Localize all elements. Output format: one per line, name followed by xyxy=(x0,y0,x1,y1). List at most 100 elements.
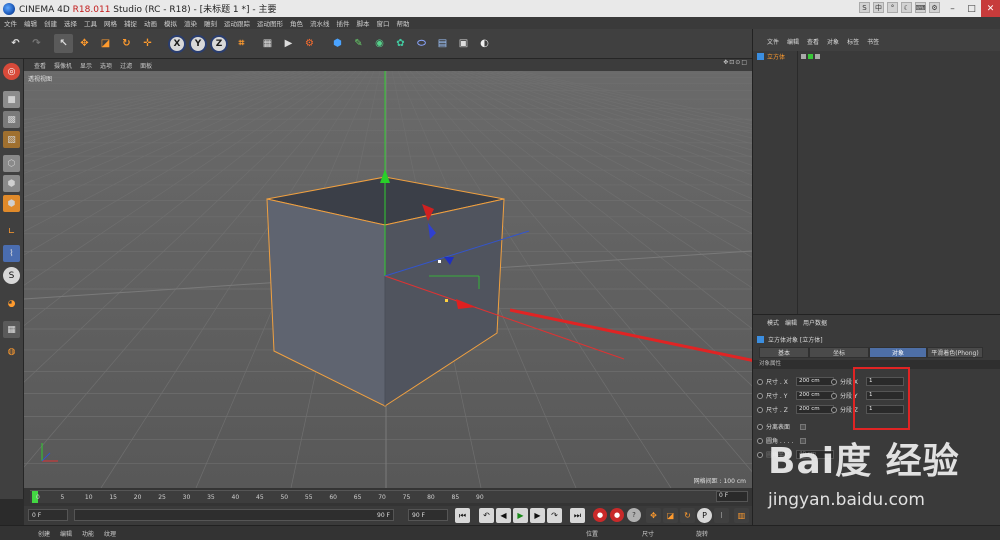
autokeying-icon[interactable]: ● xyxy=(610,508,624,522)
play-icon[interactable]: ▶ xyxy=(513,508,528,523)
object-manager-menu-item-3[interactable]: 对象 xyxy=(827,37,839,47)
record-scale-icon[interactable]: ◪ xyxy=(663,508,678,523)
ime-chinese-icon[interactable]: 中 xyxy=(873,2,884,13)
polygons-mode-icon[interactable]: ⬢ xyxy=(3,195,20,212)
make-editable-icon[interactable]: ◎ xyxy=(3,63,20,80)
recent-tool-icon[interactable]: ✛ xyxy=(138,34,157,53)
animate-radio[interactable] xyxy=(757,423,763,430)
tweak-mode-icon[interactable]: ⌇ xyxy=(3,245,20,262)
frame-range-slider[interactable]: 90 F xyxy=(74,509,394,521)
object-manager-menu-item-5[interactable]: 书签 xyxy=(867,37,879,47)
column-divider[interactable] xyxy=(797,51,798,314)
menu-item-1[interactable]: 编辑 xyxy=(24,18,37,28)
snap-icon[interactable]: S xyxy=(3,267,20,284)
animate-radio[interactable] xyxy=(757,378,763,385)
z-axis-lock-button[interactable]: Z xyxy=(210,35,228,53)
redo-icon[interactable]: ↷ xyxy=(27,34,46,53)
viewport-menu-item-0[interactable]: 查看 xyxy=(34,61,46,70)
menu-item-5[interactable]: 网格 xyxy=(104,18,117,28)
lock-workplane-icon[interactable]: ▦ xyxy=(3,321,20,338)
menu-item-7[interactable]: 动画 xyxy=(144,18,157,28)
minimize-button[interactable]: – xyxy=(943,0,962,17)
workplane-mode-icon[interactable]: ▧ xyxy=(3,131,20,148)
model-mode-icon[interactable]: ■ xyxy=(3,91,20,108)
menu-item-4[interactable]: 工具 xyxy=(84,18,97,28)
record-active-objects-icon[interactable]: ● xyxy=(593,508,607,522)
camera-icon[interactable]: ▣ xyxy=(454,34,473,53)
size-z-field[interactable]: 200 cm xyxy=(796,405,834,414)
menu-item-8[interactable]: 模拟 xyxy=(164,18,177,28)
next-key-icon[interactable]: ↷ xyxy=(547,508,562,523)
record-parameter-icon[interactable]: P xyxy=(697,508,712,523)
x-axis-lock-button[interactable]: X xyxy=(168,35,186,53)
menu-item-9[interactable]: 渲染 xyxy=(184,18,197,28)
viewport-menu-item-5[interactable]: 面板 xyxy=(140,61,152,70)
bottom-menu-texture[interactable]: 纹理 xyxy=(104,529,116,538)
tab-coordinates[interactable]: 坐标 xyxy=(809,347,869,358)
visibility-flags[interactable] xyxy=(801,53,820,59)
previous-frame-icon[interactable]: ◀ xyxy=(496,508,511,523)
undo-icon[interactable]: ↶ xyxy=(6,34,25,53)
menu-item-13[interactable]: 角色 xyxy=(290,18,303,28)
record-position-icon[interactable]: ✥ xyxy=(646,508,661,523)
tab-basic[interactable]: 基本 xyxy=(759,347,809,358)
object-manager-menu-item-0[interactable]: 文件 xyxy=(767,37,779,47)
menu-item-0[interactable]: 文件 xyxy=(4,18,17,28)
render-settings-icon[interactable]: ⚙ xyxy=(300,34,319,53)
quantize-icon[interactable]: ◕ xyxy=(3,295,20,312)
bottom-menu-create[interactable]: 创建 xyxy=(38,529,50,538)
punctuation-icon[interactable]: ° xyxy=(887,2,898,13)
viewport-nav-icons[interactable]: ✥⊡⊙□ xyxy=(723,59,748,66)
animate-radio[interactable] xyxy=(831,406,837,413)
animate-radio[interactable] xyxy=(831,392,837,399)
spline-pen-icon[interactable]: ✎ xyxy=(349,34,368,53)
maximize-button[interactable]: □ xyxy=(962,0,981,17)
menu-item-3[interactable]: 选择 xyxy=(64,18,77,28)
menu-item-11[interactable]: 运动跟踪 xyxy=(224,18,250,28)
attribute-manager-menu-item-1[interactable]: 编辑 xyxy=(785,318,797,328)
render-picture-viewer-icon[interactable]: ▶ xyxy=(279,34,298,53)
current-frame-field[interactable]: 0 F xyxy=(716,491,748,502)
object-manager-menu-item-4[interactable]: 标签 xyxy=(847,37,859,47)
menu-item-17[interactable]: 窗口 xyxy=(377,18,390,28)
object-row-cube[interactable]: 立方体 xyxy=(757,51,1000,61)
menu-item-15[interactable]: 插件 xyxy=(337,18,350,28)
size-y-field[interactable]: 200 cm xyxy=(796,391,834,400)
tab-phong[interactable]: 平滑着色(Phong) xyxy=(927,347,983,358)
rotate-tool-icon[interactable]: ↻ xyxy=(117,34,136,53)
scale-tool-icon[interactable]: ◪ xyxy=(96,34,115,53)
record-pla-icon[interactable]: ⁝ xyxy=(714,508,729,523)
record-rotation-icon[interactable]: ↻ xyxy=(680,508,695,523)
settings-icon[interactable]: ⚙ xyxy=(929,2,940,13)
keyboard-icon[interactable]: ⌨ xyxy=(915,2,926,13)
object-name[interactable]: 立方体 xyxy=(767,52,801,61)
keyframe-selection-icon[interactable]: ? xyxy=(627,508,641,522)
separate-surfaces-checkbox[interactable] xyxy=(800,423,806,430)
previous-key-icon[interactable]: ↶ xyxy=(479,508,494,523)
deformer-icon[interactable]: ⬭ xyxy=(412,34,431,53)
menu-item-12[interactable]: 运动图形 xyxy=(257,18,283,28)
timeline-ruler[interactable]: 0 5 10 15 20 25 30 35 40 45 50 55 60 65 70 75 80 85 90 xyxy=(30,490,720,503)
array-icon[interactable]: ✿ xyxy=(391,34,410,53)
cube-primitive-icon[interactable]: ⬢ xyxy=(328,34,347,53)
viewport-menu-item-4[interactable]: 过滤 xyxy=(120,61,132,70)
size-x-field[interactable]: 200 cm xyxy=(796,377,834,386)
end-frame-field[interactable]: 90 F xyxy=(408,509,448,521)
bottom-menu-edit[interactable]: 编辑 xyxy=(60,529,72,538)
perspective-viewport[interactable]: 透视视图 网格间距 : 100 cm xyxy=(24,71,752,488)
menu-item-18[interactable]: 帮助 xyxy=(397,18,410,28)
go-to-end-icon[interactable]: ⏭ xyxy=(570,508,585,523)
light-icon[interactable]: ◐ xyxy=(475,34,494,53)
go-to-start-icon[interactable]: ⏮ xyxy=(455,508,470,523)
points-mode-icon[interactable]: ⬡ xyxy=(3,155,20,172)
live-selection-icon[interactable]: ↖ xyxy=(54,34,73,53)
tab-object[interactable]: 对象 xyxy=(869,347,927,358)
animate-radio[interactable] xyxy=(757,392,763,399)
object-manager-menu-item-1[interactable]: 编辑 xyxy=(787,37,799,47)
menu-item-6[interactable]: 捕捉 xyxy=(124,18,137,28)
animate-radio[interactable] xyxy=(757,406,763,413)
edges-mode-icon[interactable]: ⬢ xyxy=(3,175,20,192)
texture-mode-icon[interactable]: ▩ xyxy=(3,111,20,128)
attribute-manager-menu-item-0[interactable]: 模式 xyxy=(767,318,779,328)
viewport-menu-item-3[interactable]: 选项 xyxy=(100,61,112,70)
